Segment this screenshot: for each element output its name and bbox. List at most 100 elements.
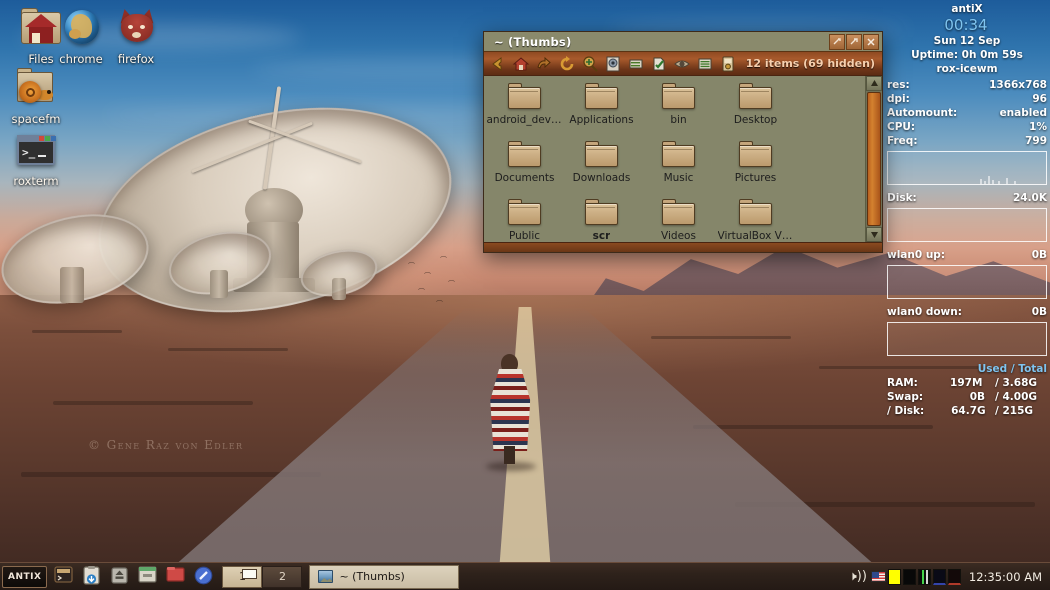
conky-system-monitor: antiX 00:34 Sun 12 Sep Uptime: 0h 0m 59s… xyxy=(887,2,1047,418)
terminal-launcher[interactable] xyxy=(54,565,76,588)
up-button[interactable] xyxy=(533,53,554,74)
conky-meter-label: Disk: xyxy=(887,192,917,204)
folder-icon xyxy=(738,141,774,169)
conky-stat-row: res: 1366x768 xyxy=(887,78,1047,92)
cpu-monitor-icon[interactable] xyxy=(887,568,901,585)
minimize-button[interactable] xyxy=(829,33,845,50)
conky-memory-total: / 4.00G xyxy=(994,391,1037,403)
file-list[interactable]: android_device Applications bin Desktop … xyxy=(484,76,865,242)
options-button[interactable] xyxy=(717,53,738,74)
radio-telescope-dish-left xyxy=(0,200,159,318)
desktop-pager[interactable]: 1 2 xyxy=(222,565,303,588)
list-button[interactable] xyxy=(694,53,715,74)
file-item[interactable]: Documents xyxy=(486,139,563,197)
eject-launcher[interactable] xyxy=(110,566,132,588)
refresh-button[interactable] xyxy=(556,53,577,74)
window-launcher[interactable] xyxy=(138,565,160,588)
conky-memory-used: 0B xyxy=(969,391,986,403)
installer-launcher[interactable] xyxy=(82,565,104,588)
file-manager-statusbar xyxy=(484,242,882,252)
file-manager-toolbar[interactable]: 12 items (69 hidden) xyxy=(484,52,882,76)
conky-memory-header: Used / Total xyxy=(887,362,1047,376)
conky-distro: antiX xyxy=(951,3,983,15)
conky-meter-row: Disk: 24.0K xyxy=(887,191,1047,205)
taskbar-clock: 12:35:00 AM xyxy=(968,569,1042,584)
file-item[interactable]: VirtualBox VMs xyxy=(717,197,794,242)
net-monitor-icon[interactable] xyxy=(902,568,916,585)
swap-monitor-icon[interactable] xyxy=(932,568,946,585)
file-name: Public xyxy=(508,230,541,242)
window-buttons xyxy=(829,33,880,50)
file-name: VirtualBox VMs xyxy=(717,230,794,242)
details-button[interactable] xyxy=(602,53,623,74)
desktop-icon-roxterm[interactable]: >_ roxterm xyxy=(3,130,69,188)
scrollbar-thumb[interactable] xyxy=(867,92,881,226)
files-launcher[interactable] xyxy=(166,566,188,588)
vertical-scrollbar[interactable] xyxy=(865,76,882,242)
conky-memory-total: / 215G xyxy=(995,405,1034,417)
hidden-button[interactable] xyxy=(671,53,692,74)
folder-icon xyxy=(507,83,543,111)
start-menu-button[interactable]: ANTIX xyxy=(2,565,48,588)
conky-stat-value: enabled xyxy=(999,107,1047,119)
file-item[interactable]: Music xyxy=(640,139,717,197)
conky-memory-header-used: Used xyxy=(977,363,1008,375)
conky-stat-label: CPU: xyxy=(887,121,916,133)
file-manager-body: android_device Applications bin Desktop … xyxy=(484,76,882,242)
desktop-icon-spacefm[interactable]: spacefm xyxy=(3,68,69,126)
folder-icon xyxy=(738,199,774,227)
maximize-button[interactable] xyxy=(846,33,862,50)
file-name: Videos xyxy=(661,230,696,242)
file-item[interactable]: Desktop xyxy=(717,81,794,139)
file-item[interactable]: Videos xyxy=(640,197,717,242)
back-button[interactable] xyxy=(487,53,508,74)
conky-stat-row: Freq: 799 xyxy=(887,134,1047,148)
task-button[interactable]: ~ (Thumbs) xyxy=(309,564,460,589)
start-menu-label: ANTIX xyxy=(8,571,42,582)
folder-icon xyxy=(584,83,620,111)
browser-launcher[interactable] xyxy=(194,566,216,588)
desktop-button-2[interactable]: 2 xyxy=(262,565,303,588)
select-button[interactable] xyxy=(648,53,669,74)
conky-stat-label: Automount: xyxy=(887,107,958,119)
disk-monitor-icon[interactable] xyxy=(947,568,961,585)
file-name: Music xyxy=(663,172,694,184)
conky-memory-section: Used / Total RAM: 197M / 3.68G Swap: 0B … xyxy=(887,362,1047,418)
file-item[interactable]: Downloads xyxy=(563,139,640,197)
system-tray[interactable]: 🕨)) xyxy=(843,568,965,585)
conky-memory-used: 197M xyxy=(950,377,983,389)
conky-clock: 00:34 xyxy=(944,16,988,34)
file-item[interactable]: scr xyxy=(563,197,640,242)
window-titlebar[interactable]: ~ (Thumbs) xyxy=(484,32,882,52)
conky-uptime: Uptime: 0h 0m 59s xyxy=(911,49,1023,61)
zoom-button[interactable] xyxy=(579,53,600,74)
file-name: Desktop xyxy=(733,114,778,126)
file-name: scr xyxy=(592,230,611,242)
task-list[interactable]: ~ (Thumbs) xyxy=(309,564,838,589)
file-name: bin xyxy=(670,114,687,126)
keyboard-flag-icon[interactable] xyxy=(870,571,886,582)
conky-memory-row: RAM: 197M / 3.68G xyxy=(887,376,1047,390)
close-button[interactable] xyxy=(863,33,879,50)
folder-icon xyxy=(661,83,697,111)
volume-icon[interactable]: 🕨)) xyxy=(847,570,869,583)
sort-button[interactable] xyxy=(625,53,646,74)
file-item[interactable]: bin xyxy=(640,81,717,139)
file-item[interactable]: android_device xyxy=(486,81,563,139)
file-item[interactable]: Pictures xyxy=(717,139,794,197)
home-button[interactable] xyxy=(510,53,531,74)
file-item[interactable]: Applications xyxy=(563,81,640,139)
file-name: Downloads xyxy=(572,172,631,184)
desktop-icon-firefox[interactable]: firefox xyxy=(103,7,169,66)
conky-wlan-up-graph xyxy=(887,265,1047,299)
scrollbar-track[interactable] xyxy=(866,91,882,227)
mem-monitor-icon[interactable] xyxy=(917,568,931,585)
file-manager-window[interactable]: ~ (Thumbs) 12 items (69 hidden) android_… xyxy=(483,31,883,253)
scroll-down-arrow[interactable] xyxy=(866,227,882,242)
desktop-button-1[interactable]: 1 xyxy=(222,565,263,588)
scroll-up-arrow[interactable] xyxy=(866,76,882,91)
conky-meter-label: wlan0 up: xyxy=(887,249,946,261)
taskbar[interactable]: ANTIX 1 2 ~ (Thumbs) 🕨)) xyxy=(0,562,1050,590)
file-item[interactable]: Public xyxy=(486,197,563,242)
conky-stat-value: 1366x768 xyxy=(989,79,1047,91)
